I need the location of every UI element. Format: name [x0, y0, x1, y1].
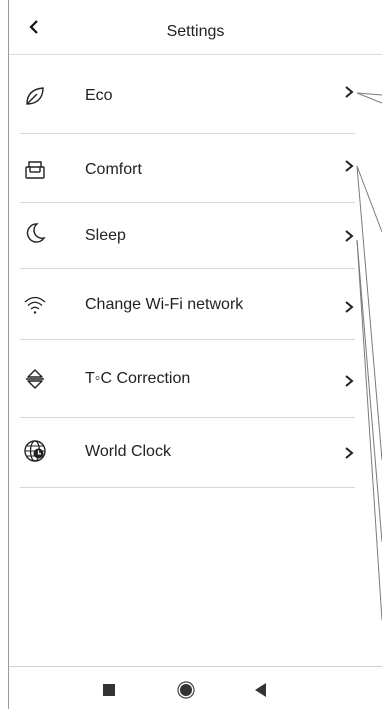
- recents-square-icon: [103, 684, 115, 696]
- separator: [20, 487, 355, 488]
- menu-item-label: Comfort: [85, 161, 142, 178]
- wifi-icon: [24, 296, 46, 314]
- chevron-right-icon: [345, 375, 354, 387]
- separator: [20, 417, 355, 418]
- back-triangle-icon: [255, 683, 266, 697]
- home-circle-icon: [177, 681, 195, 699]
- up-down-arrows-icon: [26, 369, 44, 389]
- back-nav-button[interactable]: [246, 675, 276, 705]
- armchair-icon: [25, 161, 45, 179]
- menu-item-world-clock[interactable]: World Clock: [9, 422, 355, 482]
- leaf-icon: [26, 87, 44, 105]
- page-title: Settings: [166, 23, 225, 40]
- separator: [20, 202, 355, 203]
- menu-item-comfort[interactable]: Comfort: [9, 140, 355, 200]
- chevron-right-icon: [345, 86, 354, 98]
- menu-item-sleep[interactable]: Sleep: [9, 206, 355, 266]
- menu-item-eco[interactable]: Eco: [9, 66, 355, 126]
- home-button[interactable]: [171, 675, 201, 705]
- chevron-left-icon: [29, 20, 38, 34]
- chevron-right-icon: [345, 230, 354, 242]
- menu-item-label: T◦C Correction: [85, 370, 191, 387]
- top-bar: Settings: [9, 0, 382, 55]
- moon-icon: [26, 223, 46, 243]
- chevron-right-icon: [345, 447, 354, 459]
- menu-item-label: Change Wi-Fi network: [85, 296, 244, 313]
- menu-item-change-wifi-network[interactable]: Change Wi-Fi network: [9, 275, 355, 335]
- chevron-right-icon: [345, 160, 354, 172]
- recents-button[interactable]: [94, 675, 124, 705]
- separator: [20, 339, 355, 340]
- separator: [20, 133, 355, 134]
- back-button[interactable]: [19, 12, 49, 42]
- system-navigation-bar: [9, 666, 382, 710]
- menu-item-label: Eco: [85, 87, 113, 104]
- separator: [20, 268, 355, 269]
- menu-item-label: World Clock: [85, 443, 171, 460]
- menu-item-label: Sleep: [85, 227, 126, 244]
- chevron-right-icon: [345, 301, 354, 313]
- world-clock-icon: [24, 440, 46, 462]
- menu-item-temperature-correction[interactable]: T◦C Correction: [9, 349, 355, 409]
